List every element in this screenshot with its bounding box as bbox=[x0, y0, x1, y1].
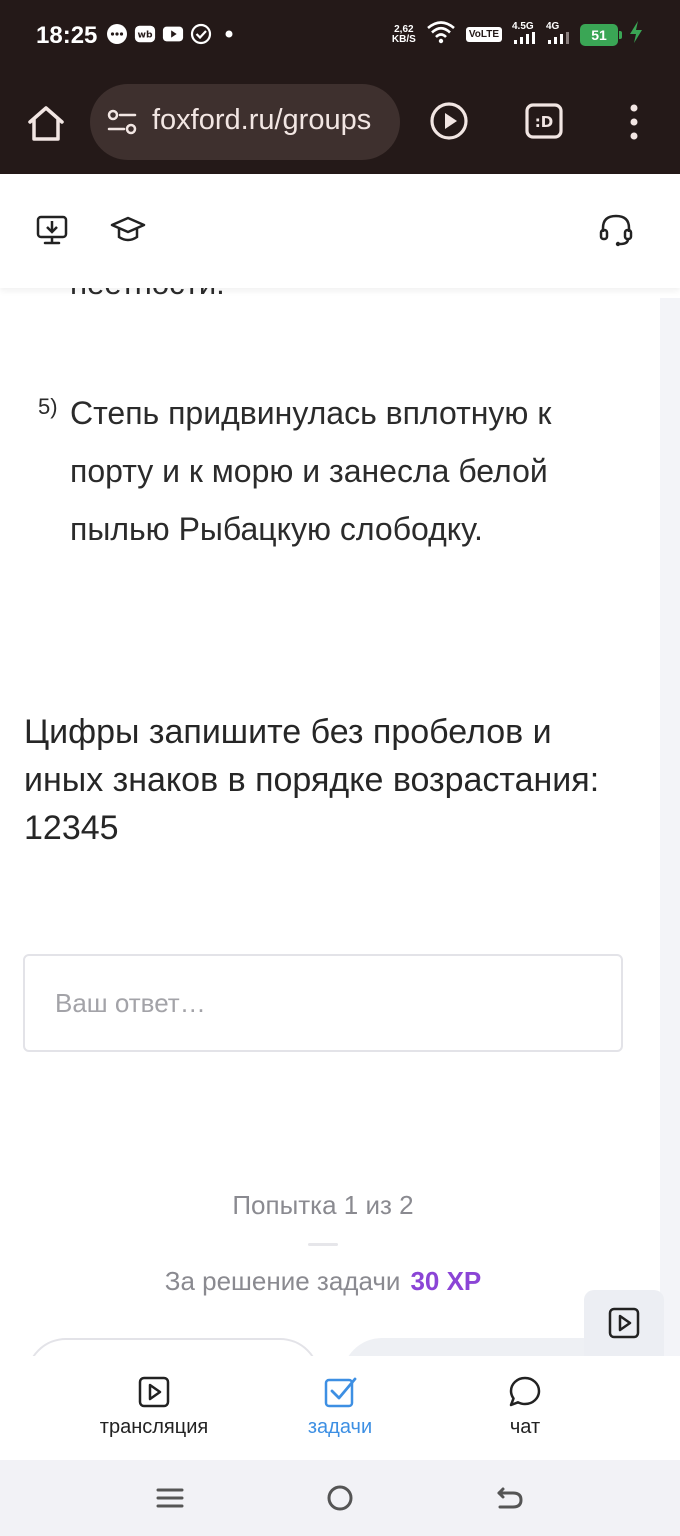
url-text[interactable]: foxford.ru/groups bbox=[152, 104, 371, 137]
headset-support-icon[interactable] bbox=[598, 212, 634, 248]
site-settings-icon[interactable] bbox=[106, 108, 138, 136]
wifi-icon bbox=[426, 20, 456, 49]
volte-badge: VoLTE bbox=[465, 27, 502, 42]
home-circle-icon[interactable] bbox=[324, 1482, 356, 1514]
check-circle-icon bbox=[190, 23, 212, 45]
signal-4-5g: 4.5G bbox=[512, 22, 536, 47]
nav-chat[interactable]: чат bbox=[435, 1374, 615, 1439]
scrollbar-track[interactable] bbox=[660, 298, 680, 1358]
status-time: 18:25 bbox=[36, 22, 98, 49]
nav-translation-label: трансляция bbox=[99, 1416, 209, 1438]
message-icon bbox=[106, 23, 128, 45]
nav-tasks-label: задачи bbox=[307, 1416, 373, 1438]
reward-xp: 30 XP bbox=[410, 1266, 482, 1296]
item-number: 5) bbox=[38, 394, 58, 419]
network-speed: 2,62 KB/S bbox=[391, 23, 416, 45]
dot-icon bbox=[218, 23, 240, 45]
signal-4g: 4G bbox=[546, 22, 570, 47]
play-circle-icon[interactable] bbox=[428, 100, 470, 142]
youtube-icon bbox=[162, 23, 184, 45]
item-sentence: Степь придвинулась вплотную к порту и к … bbox=[70, 395, 552, 547]
previous-item-text: неетности. bbox=[70, 288, 225, 302]
tab-switcher-icon[interactable]: :D bbox=[524, 102, 564, 140]
browser-toolbar: foxford.ru/groups :D bbox=[0, 74, 680, 174]
video-play-icon bbox=[608, 1307, 640, 1339]
address-bar[interactable]: foxford.ru/groups bbox=[90, 84, 400, 160]
charging-icon bbox=[628, 20, 644, 49]
tab-switcher-label: :D bbox=[535, 113, 553, 131]
home-icon[interactable] bbox=[24, 102, 68, 146]
nav-chat-label: чат bbox=[509, 1416, 541, 1438]
nav-tasks[interactable]: задачи bbox=[250, 1374, 430, 1439]
play-square-icon bbox=[138, 1376, 170, 1408]
checkbox-icon bbox=[324, 1377, 357, 1408]
wb-app-icon: wb bbox=[134, 23, 156, 45]
notification-icons: wb bbox=[106, 23, 240, 45]
secondary-action-button[interactable] bbox=[26, 1338, 320, 1356]
system-navigation bbox=[0, 1460, 680, 1536]
divider bbox=[308, 1243, 338, 1246]
svg-text:wb: wb bbox=[137, 30, 152, 41]
attempt-counter: Попытка 1 из 2 bbox=[232, 1190, 414, 1220]
nav-translation[interactable]: трансляция bbox=[64, 1374, 244, 1439]
battery-icon: 51 bbox=[580, 23, 622, 46]
task-instruction: Цифры запишите без пробелов и иных знако… bbox=[24, 713, 600, 847]
system-status: 2,62 KB/S VoLTE 4.5G 4G 51 bbox=[392, 20, 644, 49]
bottom-navigation: трансляция задачи чат bbox=[0, 1356, 680, 1460]
more-menu-icon[interactable] bbox=[620, 102, 648, 142]
reward-label: За решение задачи bbox=[164, 1266, 401, 1296]
back-arrow-icon[interactable] bbox=[494, 1482, 526, 1514]
app-header bbox=[0, 174, 680, 288]
task-content: неетности. 5) Степь придвинулась вплотну… bbox=[0, 288, 660, 1356]
graduation-cap-icon[interactable] bbox=[110, 212, 146, 248]
floating-video-button[interactable] bbox=[584, 1290, 664, 1356]
chat-bubble-icon bbox=[509, 1376, 541, 1407]
reward-line: За решение задачи 30 XP bbox=[0, 1266, 646, 1297]
status-bar: 18:25 wb 2,62 KB/S VoLTE 4.5G 4G 51 bbox=[0, 0, 680, 74]
recent-apps-icon[interactable] bbox=[154, 1482, 186, 1514]
download-monitor-icon[interactable] bbox=[34, 212, 70, 248]
answer-input[interactable] bbox=[23, 954, 623, 1052]
